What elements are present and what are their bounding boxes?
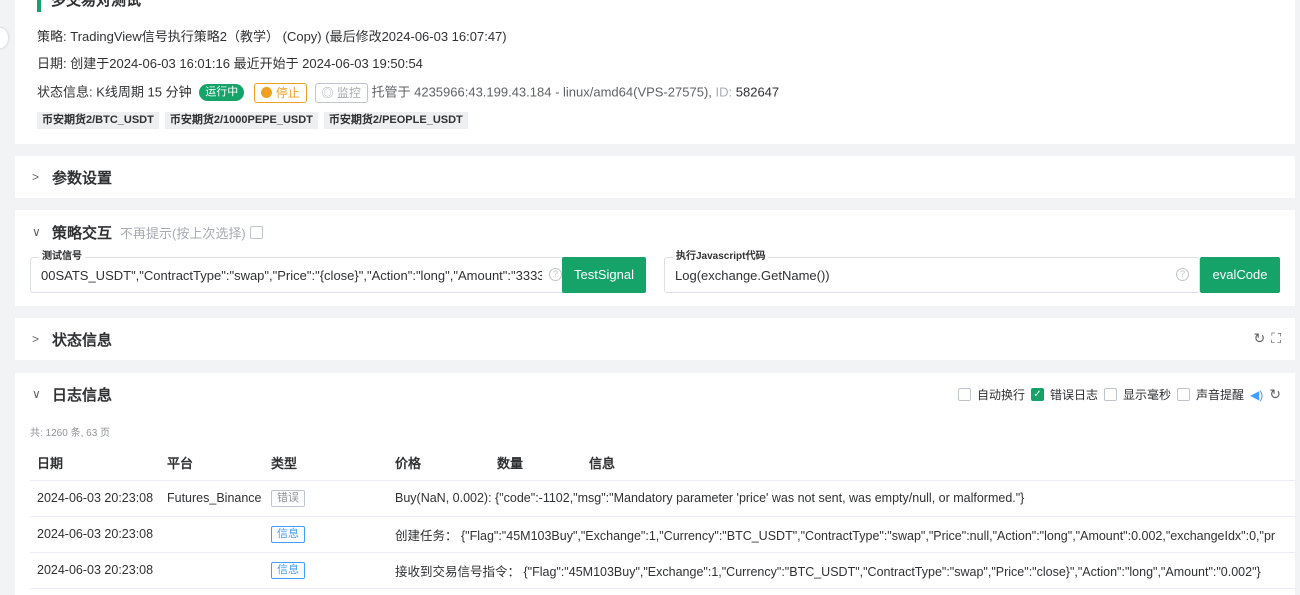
- log-type-badge: 信息: [271, 561, 305, 579]
- interaction-header[interactable]: ∨ 策略交互 不再提示(按上次选择): [32, 222, 263, 242]
- column-header-type: 类型: [264, 446, 388, 481]
- log-total: 共: 1260 条, 63 页: [30, 428, 111, 439]
- log-platform: [160, 552, 264, 589]
- eval-code-button[interactable]: evalCode: [1200, 257, 1280, 293]
- date-line: 日期: 创建于2024-06-03 16:01:16 最近开始于 2024-06…: [37, 56, 423, 72]
- log-table: 日期 平台 类型 价格 数量 信息 2024-06-03 20:23:08 Fu…: [30, 446, 1295, 589]
- log-table-header: 日期 平台 类型 价格 数量 信息: [30, 446, 1295, 481]
- interaction-title: 策略交互: [52, 224, 113, 242]
- column-header-price: 价格: [388, 446, 490, 481]
- strategy-label: 策略:: [37, 29, 67, 44]
- log-date: 2024-06-03 20:23:08: [30, 516, 160, 553]
- log-type-cell: 错误: [264, 480, 388, 517]
- fullscreen-icon[interactable]: ⛶: [1271, 330, 1281, 347]
- date-label: 日期:: [37, 56, 67, 71]
- params-card: > 参数设置: [15, 156, 1295, 198]
- status-card: > 状态信息 ↻ ⛶: [15, 318, 1295, 360]
- log-type-cell: 信息: [264, 516, 388, 553]
- status-title: 状态信息: [52, 331, 113, 349]
- exchange-tag: 币安期货2/1000PEPE_USDT: [164, 112, 318, 129]
- status-tools: ↻ ⛶: [1253, 330, 1281, 347]
- running-badge: 运行中: [199, 84, 245, 102]
- table-row: 2024-06-03 20:23:08 信息 创建任务： {"Flag":"45…: [30, 516, 1295, 553]
- column-header-date: 日期: [30, 446, 160, 481]
- log-platform: Futures_Binance: [160, 480, 264, 517]
- help-icon[interactable]: ?: [549, 268, 562, 281]
- eval-js-label: 执行Javascript代码: [673, 251, 769, 263]
- no-prompt-label: 不再提示(按上次选择): [120, 225, 246, 241]
- params-header[interactable]: > 参数设置: [32, 167, 112, 187]
- speaker-icon[interactable]: ◀): [1250, 388, 1263, 402]
- table-row: 2024-06-03 20:23:08 信息 接收到交易信号指令： {"Flag…: [30, 552, 1295, 589]
- strategy-value: TradingView信号执行策略2（教学） (Copy) (最后修改2024-…: [70, 29, 507, 44]
- chevron-right-icon: >: [32, 170, 40, 184]
- show-ms-label: 显示毫秒: [1123, 388, 1172, 402]
- log-message: 接收到交易信号指令： {"Flag":"45M103Buy","Exchange…: [388, 552, 1295, 589]
- error-log-checkbox[interactable]: ✓: [1030, 388, 1044, 401]
- monitor-button[interactable]: ◎ 监控: [314, 83, 368, 103]
- log-header[interactable]: ∨ 日志信息: [32, 384, 112, 404]
- date-value: 创建于2024-06-03 16:01:16 最近开始于 2024-06-03 …: [70, 56, 423, 71]
- stop-icon: [260, 87, 272, 98]
- test-signal-input[interactable]: 00SATS_USDT","ContractType":"swap","Pric…: [41, 268, 542, 284]
- auto-wrap-checkbox[interactable]: [957, 388, 971, 401]
- log-type-cell: 信息: [264, 552, 388, 589]
- hosted-info: 托管于 4235966:43.199.43.184 - linux/amd64(…: [371, 84, 712, 100]
- refresh-icon[interactable]: ↻: [1269, 386, 1281, 403]
- test-signal-field[interactable]: 测试信号 00SATS_USDT","ContractType":"swap",…: [30, 251, 573, 293]
- monitor-button-label: 监控: [336, 86, 361, 100]
- error-log-label: 错误日志: [1049, 388, 1098, 402]
- sound-alert-checkbox[interactable]: [1177, 388, 1191, 401]
- side-toggle[interactable]: [0, 28, 8, 48]
- status-line: 状态信息: K线周期 15 分钟 运行中 停止 ◎ 监控 托管于 4235966…: [37, 83, 779, 103]
- refresh-icon[interactable]: ↻: [1253, 330, 1265, 347]
- chevron-down-icon: ∨: [32, 387, 41, 401]
- log-type-badge: 信息: [271, 525, 305, 543]
- status-header[interactable]: > 状态信息: [32, 329, 112, 349]
- log-date: 2024-06-03 20:23:08: [30, 480, 160, 517]
- log-type-badge: 错误: [271, 489, 305, 507]
- id-value: 582647: [735, 84, 780, 100]
- auto-wrap-label: 自动换行: [976, 388, 1025, 402]
- table-row: 2024-06-03 20:23:08 Futures_Binance 错误 B…: [30, 480, 1295, 517]
- log-date: 2024-06-03 20:23:08: [30, 552, 160, 589]
- status-value: K线周期 15 分钟: [96, 84, 192, 100]
- stop-button[interactable]: 停止: [253, 83, 307, 103]
- column-header-info: 信息: [582, 446, 1295, 481]
- strategy-info-card: 多交易对测试 策略: TradingView信号执行策略2（教学） (Copy)…: [15, 0, 1295, 144]
- help-icon[interactable]: ?: [1176, 268, 1189, 281]
- eval-js-field[interactable]: 执行Javascript代码 Log(exchange.GetName()) ?: [664, 251, 1200, 293]
- params-title: 参数设置: [52, 169, 113, 187]
- column-header-platform: 平台: [160, 446, 264, 481]
- id-label: ID:: [715, 84, 733, 100]
- log-title: 日志信息: [52, 386, 113, 404]
- strategy-line: 策略: TradingView信号执行策略2（教学） (Copy) (最后修改2…: [37, 29, 507, 45]
- sound-alert-label: 声音提醒: [1196, 388, 1245, 402]
- strategy-title: 多交易对测试: [37, 0, 141, 12]
- log-card: ∨ 日志信息 自动换行 ✓ 错误日志 显示毫秒 声音提醒 ◀) ↻ 共: 126…: [15, 373, 1295, 595]
- stop-button-label: 停止: [275, 86, 300, 100]
- exchange-tag: 币安期货2/PEOPLE_USDT: [323, 112, 468, 129]
- column-header-amount: 数量: [490, 446, 582, 481]
- log-message: Buy(NaN, 0.002): {"code":-1102,"msg":"Ma…: [388, 480, 1295, 517]
- status-label: 状态信息:: [37, 84, 93, 100]
- interaction-card: ∨ 策略交互 不再提示(按上次选择) 测试信号 00SATS_USDT","Co…: [15, 210, 1295, 306]
- log-platform: [160, 516, 264, 553]
- eval-js-input[interactable]: Log(exchange.GetName()): [675, 268, 1169, 284]
- chevron-right-icon: >: [32, 332, 40, 346]
- eye-icon: ◎: [321, 86, 334, 100]
- test-signal-label: 测试信号: [39, 251, 85, 263]
- chevron-down-icon: ∨: [32, 225, 41, 239]
- exchange-tags: 币安期货2/BTC_USDT 币安期货2/1000PEPE_USDT 币安期货2…: [37, 112, 468, 129]
- no-prompt-checkbox[interactable]: [249, 225, 263, 239]
- show-ms-checkbox[interactable]: [1104, 388, 1117, 401]
- log-message: 创建任务： {"Flag":"45M103Buy","Exchange":1,"…: [388, 516, 1295, 553]
- test-signal-button[interactable]: TestSignal: [562, 257, 646, 293]
- log-options: 自动换行 ✓ 错误日志 显示毫秒 声音提醒 ◀) ↻: [957, 386, 1281, 403]
- exchange-tag: 币安期货2/BTC_USDT: [37, 112, 159, 129]
